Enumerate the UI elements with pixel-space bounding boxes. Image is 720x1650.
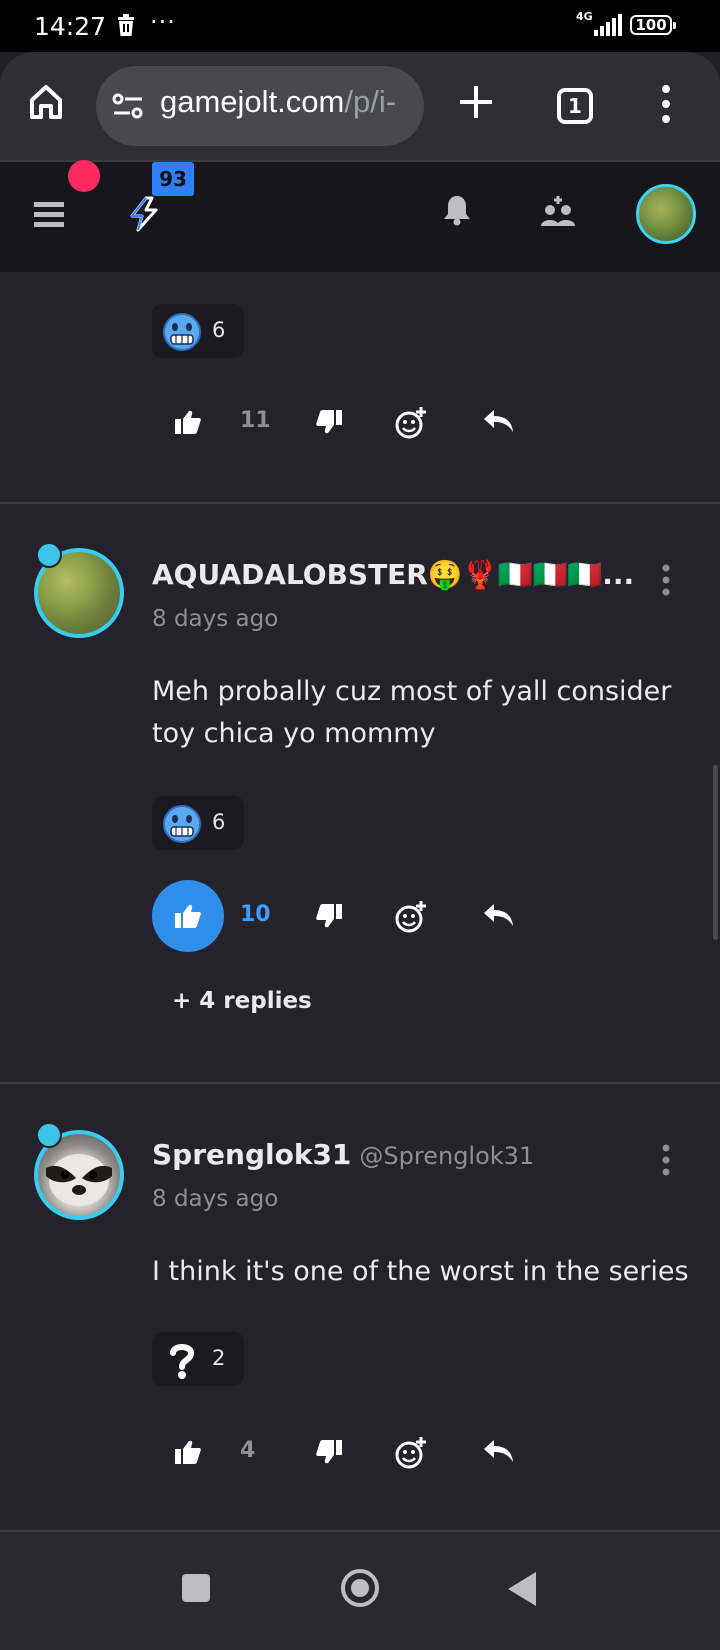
reply-icon[interactable] — [484, 410, 514, 436]
status-bar: 14:27 ··· 4G 100 — [0, 0, 720, 52]
activity-badge: 93 — [152, 162, 194, 196]
reaction-chip[interactable]: 6 — [152, 796, 244, 850]
battery-indicator: 100 — [630, 15, 676, 35]
activity-bolt-icon[interactable] — [126, 196, 162, 236]
reaction-count: 6 — [212, 810, 226, 834]
comment-username[interactable]: Sprenglok31 @Sprenglok31 — [152, 1138, 534, 1171]
thumbs-up-icon — [175, 1440, 201, 1464]
comment-timestamp[interactable]: 8 days ago — [152, 1186, 278, 1212]
comment-username-text: Sprenglok31 — [152, 1138, 352, 1171]
trash-icon — [116, 14, 136, 40]
comment-actions: 4 — [152, 1416, 552, 1488]
comment-divider — [0, 502, 720, 504]
back-button[interactable] — [508, 1572, 536, 1606]
thumbs-up-icon — [175, 904, 201, 928]
url-text[interactable]: gamejolt.com/p/i- — [160, 84, 414, 120]
comment-body: Meh probally cuz most of yall consider t… — [152, 676, 672, 749]
url-path: /p/i- — [344, 84, 397, 119]
user-avatar[interactable] — [636, 184, 696, 244]
reaction-chip[interactable]: 6 — [152, 304, 244, 358]
comment-actions: 10 — [152, 880, 552, 952]
reply-icon[interactable] — [484, 904, 514, 930]
page-scrollbar[interactable] — [713, 765, 718, 940]
reply-icon[interactable] — [484, 1440, 514, 1466]
cold-face-icon — [162, 312, 202, 356]
home-button[interactable] — [341, 1569, 379, 1607]
thumbs-up-icon — [175, 410, 201, 434]
reaction-count: 6 — [212, 318, 226, 342]
thumbs-down-icon[interactable] — [316, 904, 342, 932]
browser-menu-icon[interactable] — [660, 84, 672, 128]
site-settings-icon[interactable] — [112, 92, 144, 124]
new-tab-icon[interactable] — [456, 82, 496, 126]
avatar-badge-icon — [36, 542, 62, 568]
app-header — [0, 160, 720, 272]
view-replies-link[interactable]: + 4 replies — [172, 988, 312, 1014]
notification-dot — [68, 160, 100, 192]
add-reaction-icon[interactable] — [394, 1436, 428, 1474]
friends-icon[interactable] — [540, 196, 576, 232]
url-domain: gamejolt.com — [160, 84, 345, 119]
bell-icon[interactable] — [442, 194, 472, 230]
browser-toolbar: gamejolt.com/p/i- 1 — [0, 52, 720, 160]
like-button[interactable] — [152, 880, 224, 952]
cold-face-icon — [162, 804, 202, 848]
comment-body: I think it's one of the worst in the ser… — [152, 1256, 689, 1287]
comment-options-icon[interactable] — [660, 1144, 672, 1180]
thumbs-down-icon[interactable] — [316, 1440, 342, 1468]
more-notifications-icon: ··· — [150, 8, 176, 36]
comment-timestamp[interactable]: 8 days ago — [152, 606, 278, 632]
signal-icon — [594, 14, 624, 40]
network-type: 4G — [576, 10, 593, 23]
address-bar[interactable]: gamejolt.com/p/i- — [96, 66, 424, 146]
comment-options-icon[interactable] — [660, 564, 672, 600]
comment-divider — [0, 1530, 720, 1532]
comment-actions: 11 — [152, 386, 552, 458]
thumbs-down-icon[interactable] — [316, 410, 342, 438]
status-time: 14:27 — [34, 12, 107, 41]
add-reaction-icon[interactable] — [394, 406, 428, 444]
recents-button[interactable] — [182, 1574, 210, 1602]
tab-switcher-button[interactable]: 1 — [557, 88, 593, 124]
question-mark-icon — [162, 1340, 202, 1384]
comment-handle: @Sprenglok31 — [359, 1142, 535, 1170]
avatar-badge-icon — [36, 1122, 62, 1148]
like-count: 4 — [240, 1438, 256, 1463]
like-button[interactable] — [152, 386, 224, 458]
home-icon[interactable] — [26, 82, 66, 126]
like-button[interactable] — [152, 1416, 224, 1488]
system-nav-bar — [0, 1534, 720, 1650]
comment-divider — [0, 1082, 720, 1084]
hamburger-menu-icon[interactable] — [34, 200, 64, 232]
like-count: 10 — [240, 902, 271, 927]
reaction-chip[interactable]: 2 — [152, 1332, 244, 1386]
comment-username[interactable]: AQUADALOBSTER🤑🦞🇮🇹🇮🇹🇮🇹... — [152, 558, 634, 591]
reaction-count: 2 — [212, 1346, 226, 1370]
add-reaction-icon[interactable] — [394, 900, 428, 938]
like-count: 11 — [240, 408, 271, 433]
